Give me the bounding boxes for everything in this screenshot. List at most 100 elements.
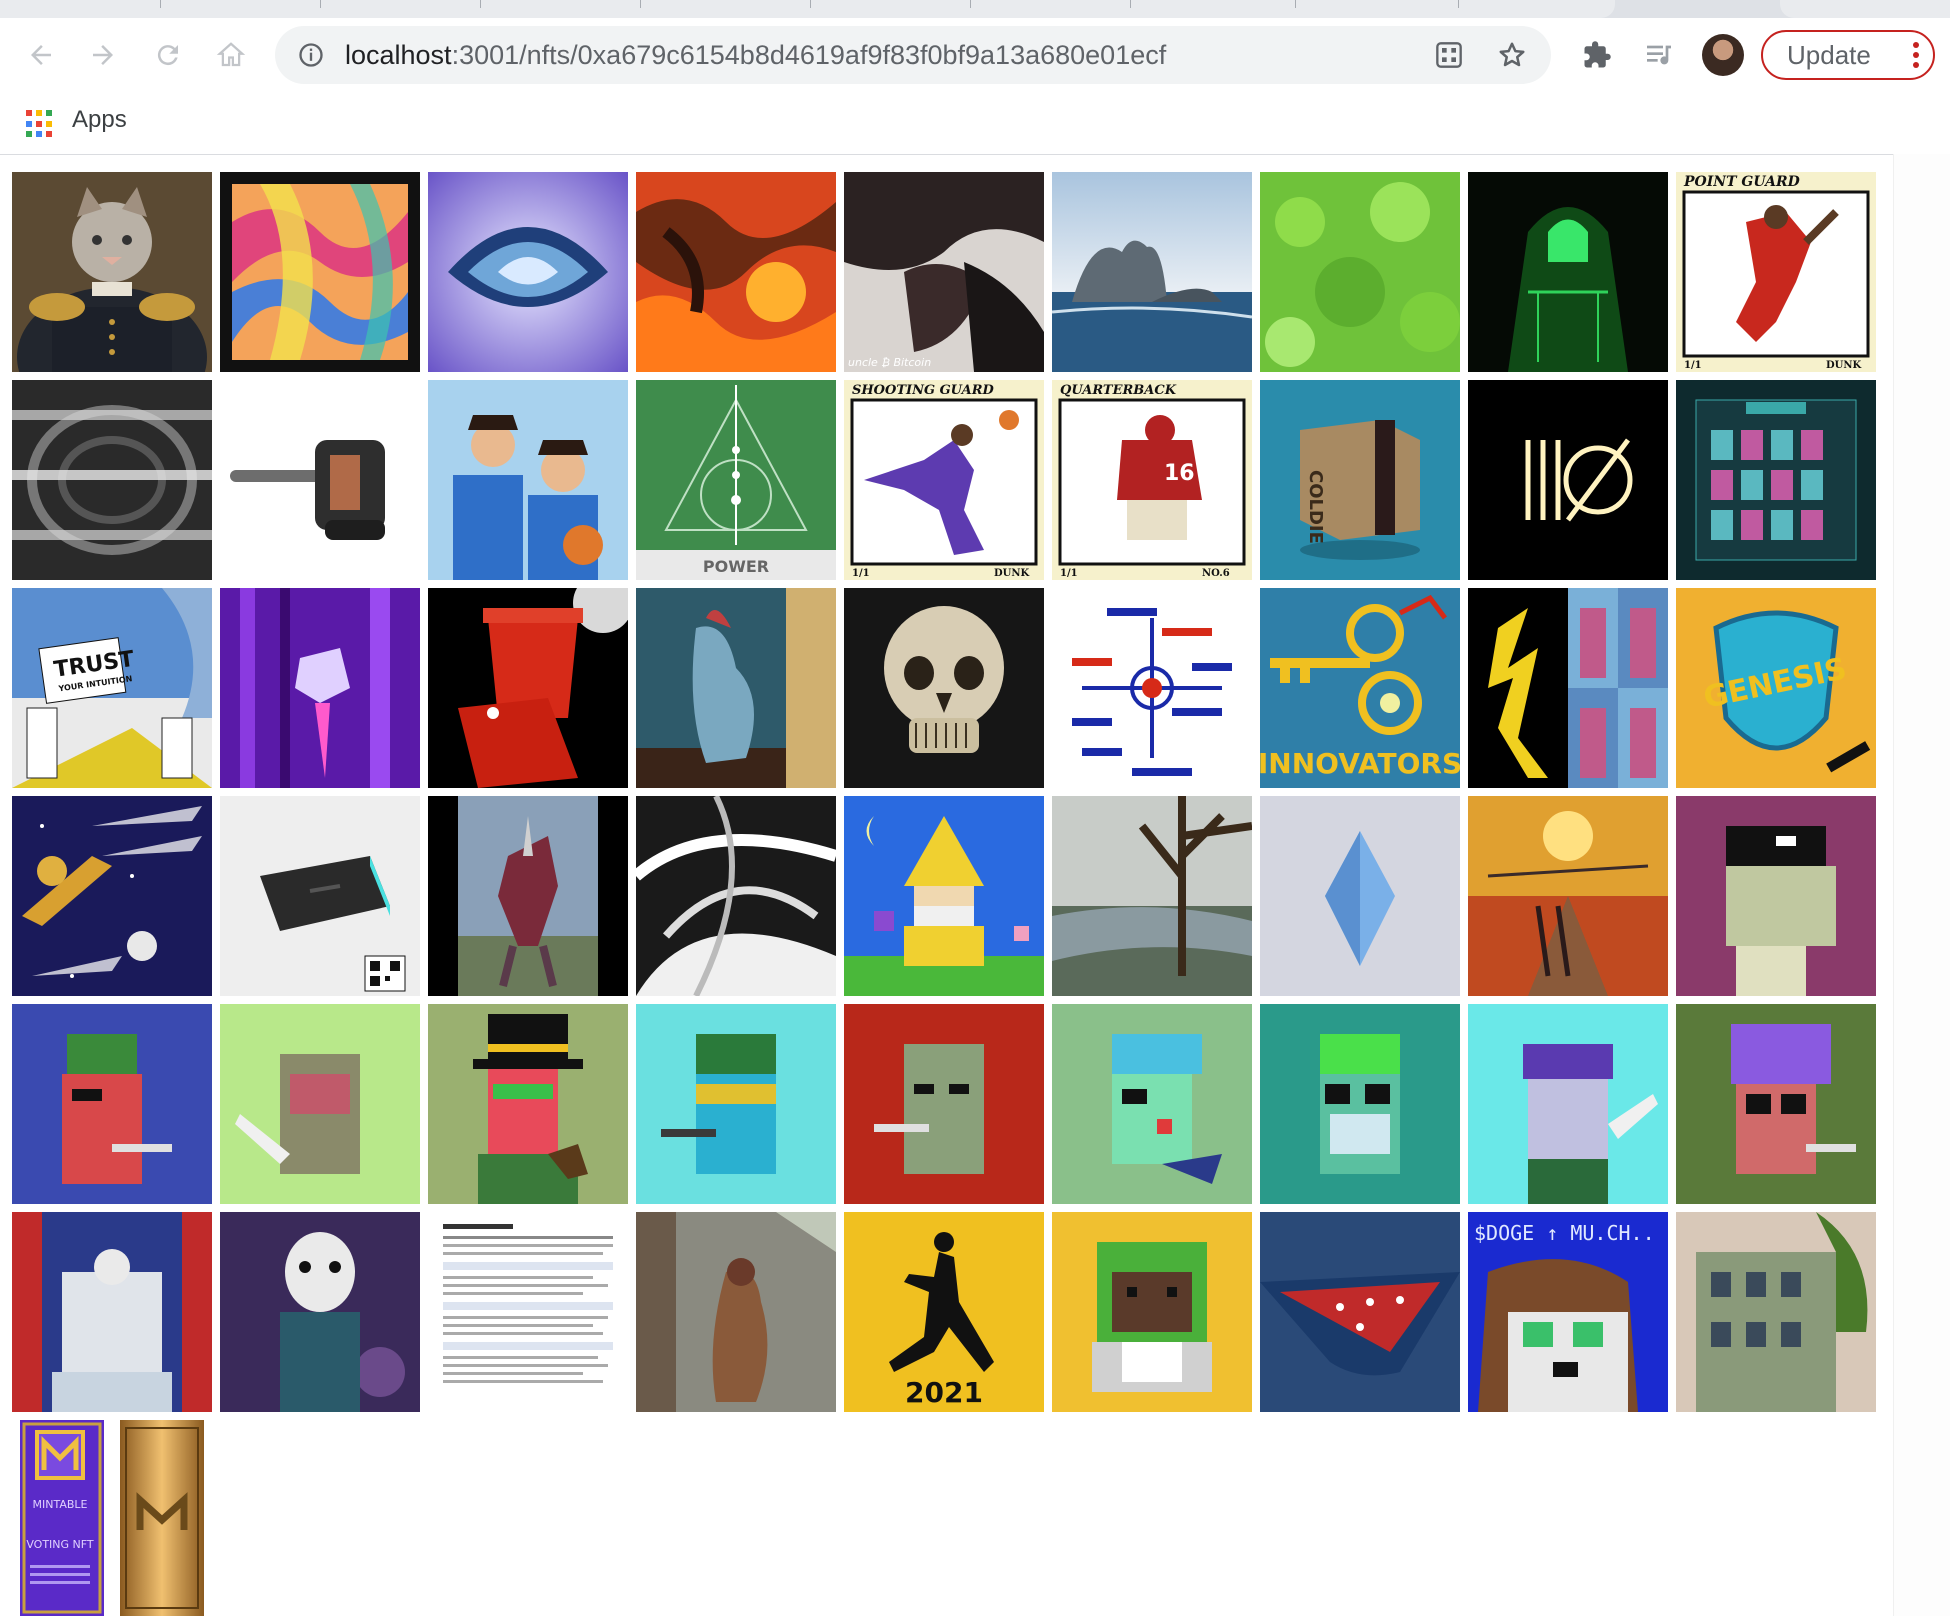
nft-tile-mintable-gold[interactable] [116,1420,212,1620]
nft-tile-punk-purple-hair[interactable] [1676,1004,1876,1204]
nft-tile-green-building[interactable] [1676,1212,1876,1412]
back-button[interactable] [18,32,64,78]
nft-tile-flag-fold[interactable] [1260,1212,1460,1412]
tab-separator [1130,0,1131,8]
nft-tile-bw-noise[interactable] [12,380,212,580]
nft-tile-corona-text[interactable] [1052,588,1252,788]
star-icon[interactable] [1497,40,1527,70]
nft-tile-mavericks[interactable] [428,380,628,580]
nft-tile-blue-crystal[interactable] [428,172,628,372]
kebab-menu-icon[interactable] [1913,41,1919,69]
avatar[interactable] [1702,34,1744,76]
nft-tile-doge-much[interactable]: $DOGE ↑ MU.CH.. [1468,1212,1668,1412]
nft-tile-hockey-mask[interactable] [220,1212,420,1412]
nft-tile-robot-mech[interactable] [428,796,628,996]
nft-tile-punk-teal-mask[interactable] [1260,1004,1460,1204]
nft-tile-speaker-qr[interactable] [220,796,420,996]
url-text[interactable]: localhost:3001/nfts/0xa679c6154b8d4619af… [345,26,1166,84]
nft-tile-pixel-pirate[interactable] [1676,796,1876,996]
point-guard-edition: 1/1 [1684,360,1702,371]
nft-tile-blue-diamond[interactable] [1260,796,1460,996]
quarterback-number: 16 [1164,461,1195,486]
home-icon [216,42,246,67]
jordan-year-label: 2021 [905,1376,983,1409]
nft-tile-punk-purple-cap[interactable] [1468,1004,1668,1204]
tab-separator [160,0,161,8]
nft-tile-point-guard[interactable]: POINT GUARD 1/1 DUNK [1676,172,1876,372]
nft-tile-sea-rocks[interactable] [1052,172,1252,372]
qr-code-icon[interactable] [1435,41,1463,69]
point-guard-type: DUNK [1826,360,1862,371]
arrow-left-icon [31,45,51,65]
shooting-guard-type: DUNK [994,568,1030,579]
nft-tile-red-fire[interactable] [636,172,836,372]
shooting-guard-edition: 1/1 [852,568,870,579]
info-icon[interactable] [297,41,325,69]
page-scrollbar[interactable] [1893,154,1950,1616]
tab-separator [320,0,321,8]
nft-tile-power[interactable]: POWER [636,380,836,580]
reload-button[interactable] [145,32,191,78]
nft-tile-punk-blue-hair[interactable] [1052,1004,1252,1204]
nft-tile-psychedelic-swirl[interactable] [220,172,420,372]
nft-tile-coldie-box[interactable]: COLDIE [1260,380,1460,580]
bookmark-apps[interactable]: Apps [72,92,127,152]
nft-tile-bw-tangle[interactable] [636,796,836,996]
puzzle-icon [1584,41,1611,68]
nft-tile-neon-sign[interactable] [1468,380,1668,580]
nft-tile-uncle-bitcoin[interactable]: uncle ₿ Bitcoin [844,172,1044,372]
nft-tile-space-rockets[interactable] [12,796,212,996]
extensions-button[interactable] [1578,36,1616,74]
quarterback-edition: 1/1 [1060,568,1078,579]
apps-grid-icon[interactable] [26,110,54,138]
nft-tile-innovators[interactable]: INNOVATORS [1260,588,1460,788]
nft-tile-sunset-walk[interactable] [1468,796,1668,996]
tab[interactable] [1780,0,1950,18]
quarterback-number-label: NO.6 [1202,568,1230,579]
tab-separator [640,0,641,8]
shooting-guard-title: SHOOTING GUARD [852,383,995,398]
nft-tile-woman-rubble[interactable] [636,1212,836,1412]
media-control-button[interactable] [1640,36,1678,74]
home-button[interactable] [208,32,254,78]
address-bar[interactable]: localhost:3001/nfts/0xa679c6154b8d4619af… [275,26,1551,84]
active-tab[interactable] [0,0,1615,18]
nft-tile-green-hoodie[interactable] [1468,172,1668,372]
nft-tile-blue-room[interactable] [636,588,836,788]
nft-tile-lincoln-statue[interactable] [12,1212,212,1412]
tab-separator [810,0,811,8]
nft-tile-red-bin[interactable] [428,588,628,788]
nft-tile-punk-red-bg[interactable] [844,1004,1044,1204]
nft-tile-punk-cyan-alien[interactable] [636,1004,836,1204]
nft-tile-punk-green-knife[interactable] [220,1004,420,1204]
nft-tile-punk-red-eyepatch[interactable] [12,1004,212,1204]
nft-tile-shooting-guard[interactable]: SHOOTING GUARD 1/1 DUNK [844,380,1044,580]
update-button[interactable]: Update [1761,30,1935,80]
nft-tile-resume-document[interactable] [428,1212,628,1412]
nft-tile-green-texture[interactable] [1260,172,1460,372]
nft-tile-cannon[interactable] [220,380,420,580]
nft-tile-punk-top-hat[interactable] [428,1004,628,1204]
forward-button[interactable] [80,32,126,78]
nft-tile-purple-glitch[interactable] [220,588,420,788]
coldie-label: COLDIE [1305,470,1326,544]
nft-tile-caution-grid[interactable] [1676,380,1876,580]
nft-tile-pixel-wizard[interactable] [844,796,1044,996]
nft-tile-jumpman-2021[interactable]: 2021 [844,1212,1044,1412]
tab-separator [1458,0,1459,8]
nft-tile-trust[interactable]: TRUST YOUR INTUITION [12,588,212,788]
nft-tile-mintable-voting[interactable]: MINTABLE VOTING NFT [12,1420,108,1620]
nft-tile-skull[interactable] [844,588,1044,788]
nft-tile-genesis[interactable]: GENESIS [1676,588,1876,788]
nft-tile-quarterback[interactable]: QUARTERBACK 16 1/1 NO.6 [1052,380,1252,580]
playlist-icon [1647,45,1671,65]
tab-separator [1295,0,1296,8]
url-host: localhost [345,40,452,70]
nft-tile-pixel-green-hood[interactable] [1052,1212,1252,1412]
uncle-bitcoin-label: uncle ₿ Bitcoin [848,356,931,369]
bookmarks-bar: Apps [0,92,1950,155]
nft-tile-yellow-figure-collage[interactable] [1468,588,1668,788]
nft-tile-cat-general[interactable] [12,172,212,372]
mintable-label: MINTABLE [33,1498,88,1511]
nft-tile-tree-river[interactable] [1052,796,1252,996]
